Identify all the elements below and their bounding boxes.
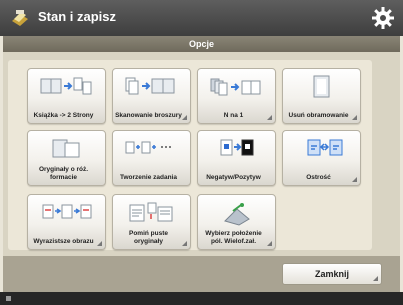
tile-n-on-1[interactable]: N na 1: [197, 68, 276, 124]
tile-label: Usuń obramowanie: [288, 111, 349, 119]
tile-mixed-size-originals[interactable]: Oryginały o róż. formacie: [27, 130, 106, 186]
tile-booklet-scan[interactable]: Skanowanie broszury: [112, 68, 191, 124]
tile-clearer-image[interactable]: Wyrazistsze obrazu: [27, 194, 106, 250]
app-title: Stan i zapisz: [38, 9, 117, 24]
scanner-folder-icon: [12, 10, 28, 26]
scroll-area: [374, 60, 396, 250]
sharpness-icon: [307, 139, 342, 156]
n-on-1-icon: [210, 78, 260, 96]
booklet-scan-icon: [125, 77, 174, 95]
tile-label: Skanowanie broszury: [115, 111, 182, 119]
tile-book-to-two-pages[interactable]: Książka -> 2 Strony: [27, 68, 106, 124]
erase-frame-icon: [313, 75, 329, 98]
close-button[interactable]: Zamknij: [282, 263, 382, 285]
tile-select-line-position[interactable]: Wybierz położenie pól. Wielof.zał.: [197, 194, 276, 250]
chevron-icon: [182, 115, 187, 120]
tile-skip-blank-originals[interactable]: Pomiń puste oryginały: [112, 194, 191, 250]
status-indicator-icon: [6, 296, 11, 301]
tile-erase-frame[interactable]: Usuń obramowanie: [282, 68, 361, 124]
chevron-icon: [182, 241, 187, 246]
tile-negative-positive[interactable]: Negatyw/Pozytyw: [197, 130, 276, 186]
chevron-icon: [352, 177, 357, 182]
tile-label: Oryginały o róż. formacie: [38, 166, 89, 181]
skip-blank-originals-icon: [129, 202, 172, 222]
section-title: Opcje: [3, 36, 400, 52]
chevron-icon: [373, 276, 378, 281]
book-to-two-pages-icon: [40, 77, 91, 95]
title-bar: Stan i zapisz: [0, 0, 403, 36]
select-line-position-icon: [223, 203, 250, 226]
tile-sharpness[interactable]: Ostrość: [282, 130, 361, 186]
job-build-icon: [125, 141, 171, 154]
negative-positive-icon: [220, 139, 253, 156]
close-button-label: Zamknij: [314, 269, 349, 279]
status-bar: [0, 292, 403, 305]
chevron-icon: [97, 241, 102, 246]
tile-label: N na 1: [223, 111, 244, 119]
tile-label: Wyrazistsze obrazu: [33, 237, 94, 245]
clearer-image-icon: [42, 204, 91, 219]
tile-label: Wybierz położenie pól. Wielof.zał.: [205, 230, 262, 245]
mixed-size-originals-icon: [52, 139, 79, 158]
tile-label: Tworzenie zadania: [120, 173, 177, 181]
tile-label: Negatyw/Pozytyw: [206, 173, 261, 181]
tile-label: Pomiń puste oryginały: [128, 230, 168, 245]
tile-job-build[interactable]: Tworzenie zadania: [112, 130, 191, 186]
gear-icon[interactable]: [371, 6, 395, 30]
tile-label: Ostrość: [306, 173, 331, 181]
tile-label: Książka -> 2 Strony: [33, 111, 94, 119]
chevron-icon: [267, 241, 272, 246]
chevron-icon: [267, 115, 272, 120]
chevron-icon: [352, 115, 357, 120]
